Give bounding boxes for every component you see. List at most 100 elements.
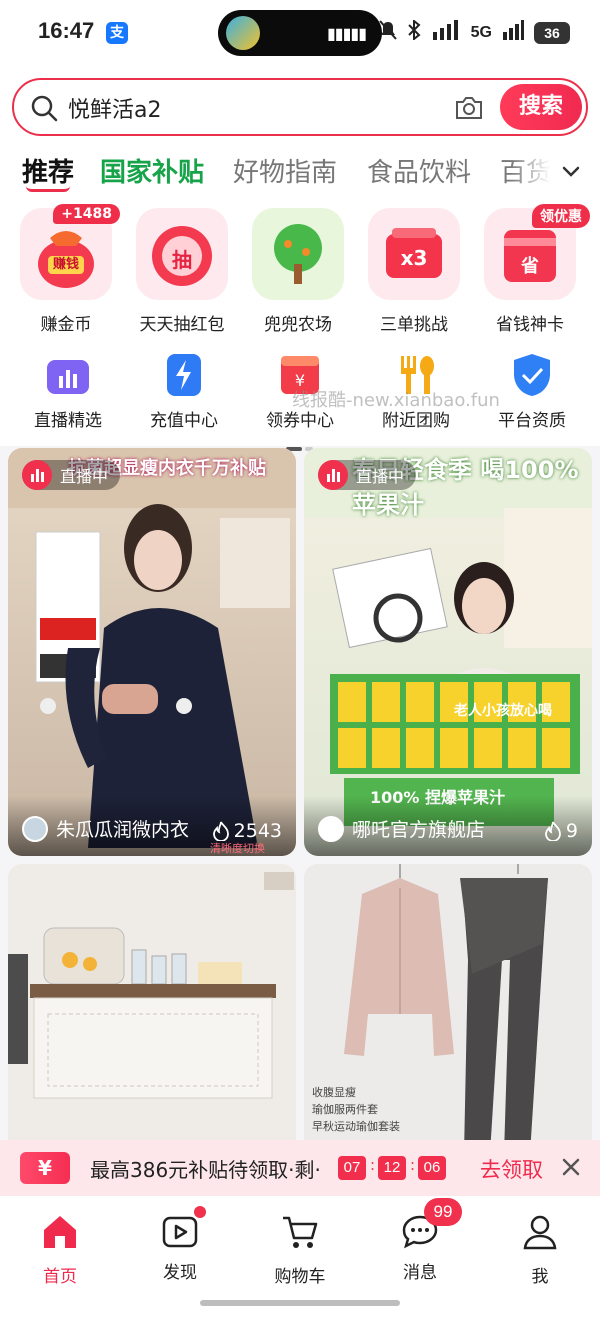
quick-item-farm[interactable]: 兜兜农场 — [242, 208, 354, 335]
live-stream-image — [8, 448, 296, 848]
quick-item-lottery[interactable]: 抽 天天抽红包 — [126, 208, 238, 335]
countdown-minutes: 12 — [378, 1156, 406, 1180]
quality-switch-label[interactable]: 清晰度切换 — [210, 840, 265, 856]
status-bar: 16:47 支 ▮▮▮▮▮ 5G 36 — [0, 0, 600, 68]
quick-item-label: 赚金币 — [40, 315, 92, 335]
battery-icon: 36 — [534, 21, 570, 44]
chevron-down-icon[interactable] — [560, 160, 582, 182]
card-tagline: 老人小孩放心喝 — [454, 703, 552, 719]
nav-me[interactable]: 我 — [490, 1212, 590, 1287]
camera-icon[interactable] — [454, 94, 484, 122]
mute-bell-icon — [378, 20, 397, 45]
watermark: 线报酷-new.xianbao.fun — [292, 390, 500, 411]
quick-item-label: 天天抽红包 — [139, 315, 225, 335]
live-card[interactable]: 抗菌超显瘦内衣千万补贴 直播中 朱瓜瓜润微内衣 2543 清晰度切换 — [8, 448, 296, 856]
close-icon[interactable] — [560, 1156, 582, 1178]
nav-label: 发现 — [163, 1263, 197, 1283]
claim-button[interactable]: 去领取 — [480, 1154, 543, 1184]
network-type: 5G — [470, 23, 492, 41]
quick-item-three-orders[interactable]: x3 三单挑战 — [358, 208, 470, 335]
quick-item-saving-card[interactable]: 省 领优惠 省钱神卡 — [474, 204, 590, 335]
tab-active-indicator — [26, 186, 70, 192]
tab-recommend[interactable]: 推荐 — [22, 152, 74, 189]
search-button[interactable]: 搜索 — [500, 84, 582, 130]
nav-label: 购物车 — [274, 1267, 326, 1287]
live-card[interactable]: 春日轻食季 喝100%苹果汁 老人小孩放心喝 100% 捏爆苹果汁 直播中 哪吒… — [304, 448, 592, 856]
shop-name: 哪吒官方旗舰店 — [352, 819, 486, 841]
search-bar[interactable]: 悦鲜活a2 搜索 — [12, 78, 588, 136]
service-item-live[interactable]: 直播精选 — [12, 352, 124, 431]
viewer-count-value: 9 — [565, 820, 578, 842]
nav-cart[interactable]: 购物车 — [250, 1212, 350, 1287]
shield-check-icon — [507, 352, 557, 398]
home-indicator[interactable] — [200, 1300, 400, 1306]
product-caption: 收腹显瘦 瑜伽服两件套 早秋运动瑜伽套装 — [312, 1084, 400, 1135]
quick-icon-text: 省 — [521, 256, 539, 277]
dynamic-island[interactable]: ▮▮▮▮▮ — [218, 10, 382, 56]
subsidy-promo-bar[interactable]: ¥ 最高386元补贴待领取·剩· 07 : 12 : 06 去领取 — [0, 1140, 600, 1196]
search-icon — [31, 95, 58, 122]
money-bag-icon: 赚钱 +1488 — [20, 204, 120, 300]
header: 悦鲜活a2 搜索 推荐 国家补贴 好物指南 食品饮料 百货 — [0, 68, 600, 206]
quick-entry-area: 赚钱 +1488 赚金币 抽 天天抽红包 兜兜农场 x3 三单挑战 省 领优惠 … — [0, 204, 600, 451]
nav-discover[interactable]: 发现 — [130, 1206, 230, 1283]
product-card[interactable]: 收腹显瘦 瑜伽服两件套 早秋运动瑜伽套装 — [304, 864, 592, 1154]
product-image-shelf — [8, 864, 296, 1154]
shop-avatar — [22, 816, 48, 842]
search-input[interactable]: 悦鲜活a2 — [68, 92, 161, 124]
countdown-colon: : — [410, 1156, 416, 1174]
clock: 16:47 — [38, 18, 95, 43]
lottery-icon: 抽 — [136, 208, 228, 300]
live-status: 直播中 — [356, 467, 405, 486]
music-avatar-icon — [226, 16, 260, 50]
countdown-colon: : — [370, 1156, 376, 1174]
coin-badge: +1488 — [53, 204, 120, 224]
flame-icon — [545, 821, 561, 841]
home-icon — [44, 1216, 76, 1248]
caption-line: 收腹显瘦 — [312, 1086, 356, 1099]
lightning-icon — [159, 352, 209, 398]
tab-food-drinks[interactable]: 食品饮料 — [367, 152, 471, 189]
play-icon — [160, 1206, 206, 1252]
card-icon: 省 领优惠 — [484, 204, 590, 300]
countdown-hours: 07 — [338, 1156, 366, 1180]
wallet-icon: x3 — [368, 208, 460, 300]
tab-goods-guide[interactable]: 好物指南 — [233, 152, 337, 189]
live-tv-icon — [43, 352, 93, 398]
live-bars-icon — [22, 460, 52, 490]
service-item-label: 直播精选 — [34, 411, 102, 431]
quick-item-label: 省钱神卡 — [496, 315, 564, 335]
service-item-recharge[interactable]: 充值中心 — [128, 352, 240, 431]
quick-icon-text: x3 — [400, 246, 428, 270]
quick-icon-text: 抽 — [172, 248, 192, 272]
tree-icon — [252, 208, 344, 300]
discount-badge: 领优惠 — [532, 204, 590, 228]
nav-messages[interactable]: 99 消息 — [370, 1198, 470, 1283]
tab-national-subsidy[interactable]: 国家补贴 — [100, 152, 204, 189]
service-item-label: 充值中心 — [150, 411, 218, 431]
user-icon — [523, 1215, 557, 1250]
nav-home[interactable]: 首页 — [10, 1212, 110, 1287]
nav-label: 我 — [531, 1267, 549, 1287]
shop-name: 朱瓜瓜润微内衣 — [56, 819, 190, 841]
viewer-count: 2543 — [212, 820, 282, 842]
quick-item-label: 兜兜农场 — [264, 315, 332, 335]
audio-wave-icon: ▮▮▮▮▮ — [326, 24, 367, 43]
caption-line: 瑜伽服两件套 — [312, 1103, 378, 1116]
countdown-seconds: 06 — [418, 1156, 446, 1180]
message-count-badge: 99 — [424, 1198, 462, 1226]
live-bars-icon — [318, 460, 348, 490]
alipay-icon: 支 — [106, 22, 128, 44]
cart-icon — [283, 1216, 318, 1248]
nav-label: 消息 — [403, 1263, 437, 1283]
live-badge: 直播中 — [22, 460, 121, 490]
yuan-coupon-icon: ¥ — [20, 1152, 70, 1184]
live-badge: 直播中 — [318, 460, 417, 490]
quick-icon-text: 赚钱 — [52, 257, 79, 272]
new-content-dot — [194, 1206, 206, 1218]
quick-item-earn-coins[interactable]: 赚钱 +1488 赚金币 — [10, 204, 122, 335]
bluetooth-icon — [407, 18, 421, 45]
status-icons: 5G 36 — [378, 18, 570, 45]
product-card[interactable] — [8, 864, 296, 1154]
chat-icon: 99 — [400, 1198, 462, 1252]
